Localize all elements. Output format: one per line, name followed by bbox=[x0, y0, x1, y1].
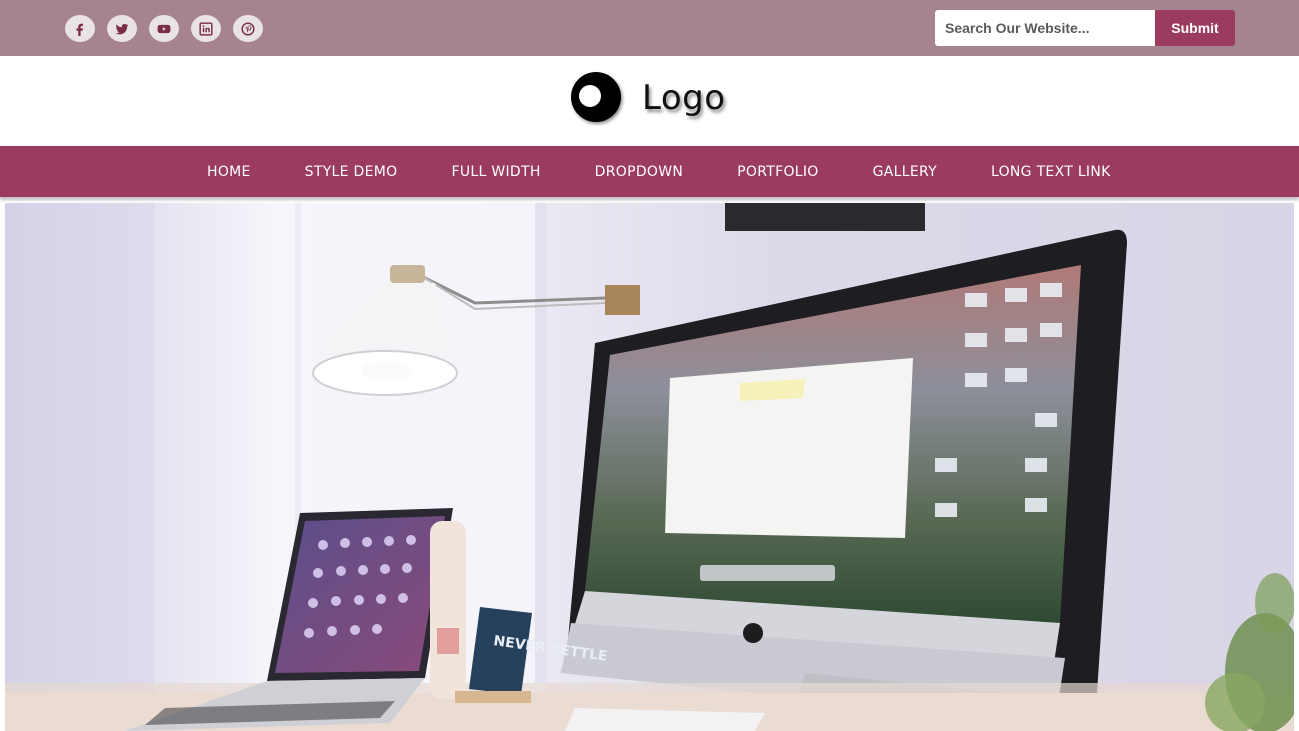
site-logo[interactable]: Logo bbox=[570, 70, 726, 126]
linkedin-button[interactable] bbox=[191, 15, 221, 42]
nav-item-full-width[interactable]: FULL WIDTH bbox=[424, 164, 567, 180]
nav-item-gallery[interactable]: GALLERY bbox=[846, 164, 964, 180]
hero-illustration: NEVER SETTLE bbox=[5, 203, 1294, 731]
search-input[interactable] bbox=[935, 10, 1155, 46]
main-nav: HOME STYLE DEMO FULL WIDTH DROPDOWN PORT… bbox=[0, 146, 1299, 197]
water-bottle bbox=[430, 521, 466, 699]
search-submit-button[interactable]: Submit bbox=[1155, 10, 1235, 46]
plant bbox=[1205, 573, 1294, 731]
logo-mark-icon bbox=[571, 72, 621, 122]
lamp-clamp bbox=[605, 285, 640, 315]
hero-image: NEVER SETTLE bbox=[5, 203, 1294, 731]
nav-item-home[interactable]: HOME bbox=[180, 164, 278, 180]
youtube-icon bbox=[157, 24, 171, 33]
twitter-icon bbox=[115, 23, 129, 34]
youtube-button[interactable] bbox=[149, 15, 179, 42]
nav-item-dropdown[interactable]: DROPDOWN bbox=[568, 164, 711, 180]
logo-text: Logo bbox=[642, 78, 726, 118]
picture-frame bbox=[725, 203, 925, 231]
pinterest-icon bbox=[241, 21, 255, 36]
social-links bbox=[65, 15, 263, 42]
nav-item-style-demo[interactable]: STYLE DEMO bbox=[278, 164, 425, 180]
nav-item-portfolio[interactable]: PORTFOLIO bbox=[710, 164, 845, 180]
pinterest-button[interactable] bbox=[233, 15, 263, 42]
twitter-button[interactable] bbox=[107, 15, 137, 42]
linkedin-icon bbox=[199, 21, 213, 36]
logo-header: Logo bbox=[0, 56, 1299, 146]
nav-item-long-text-link[interactable]: LONG TEXT LINK bbox=[964, 164, 1138, 180]
nav-list: HOME STYLE DEMO FULL WIDTH DROPDOWN PORT… bbox=[180, 146, 1138, 197]
imac-computer bbox=[560, 229, 1127, 731]
facebook-icon bbox=[76, 23, 83, 36]
top-bar: Submit bbox=[0, 0, 1299, 56]
site-search: Submit bbox=[935, 10, 1235, 46]
facebook-button[interactable] bbox=[65, 15, 95, 42]
